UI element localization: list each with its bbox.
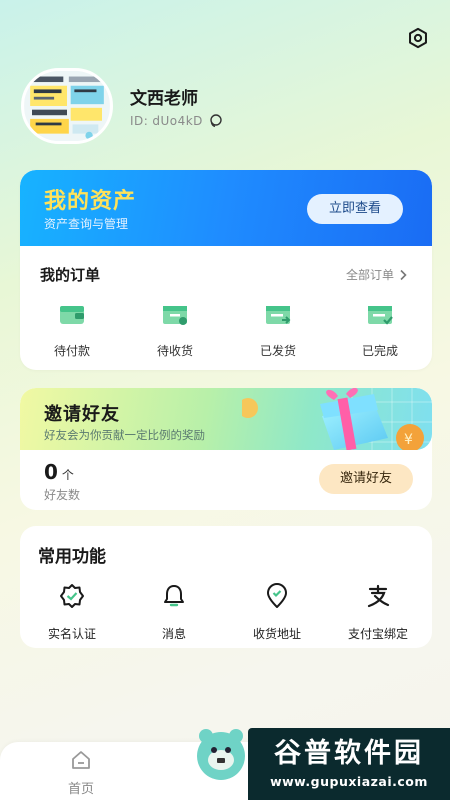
bell-icon bbox=[164, 585, 184, 607]
func-label: 收货地址 bbox=[252, 627, 301, 641]
nav-home[interactable]: 首页 bbox=[58, 750, 104, 797]
assets-title: 我的资产 bbox=[44, 189, 137, 214]
friend-count: 0 个 bbox=[44, 460, 74, 484]
func-alipay-binding[interactable]: 支付宝绑定 bbox=[328, 583, 428, 642]
svg-text:¥: ¥ bbox=[404, 432, 413, 448]
invite-card: 邀请好友 好友会为你贡献一定比例的奖励 ¥ 0 个 好友数 邀请好友 bbox=[20, 388, 432, 510]
func-label: 支付宝绑定 bbox=[347, 627, 408, 641]
verified-badge-icon bbox=[60, 584, 84, 608]
func-label: 消息 bbox=[161, 627, 186, 641]
friend-count-number: 0 bbox=[44, 460, 58, 484]
watermark: 谷普软件园 www.gupuxiazai.com bbox=[248, 728, 450, 800]
assets-subtitle: 资产查询与管理 bbox=[44, 217, 129, 231]
chevron-right-icon bbox=[400, 269, 407, 280]
avatar[interactable] bbox=[21, 68, 113, 144]
func-shipping-address[interactable]: 收货地址 bbox=[227, 583, 327, 642]
friend-count-unit: 个 bbox=[61, 468, 74, 482]
watermark-url: www.gupuxiazai.com bbox=[270, 773, 428, 789]
order-label: 已发货 bbox=[259, 344, 296, 358]
invite-friends-button[interactable]: 邀请好友 bbox=[319, 464, 413, 494]
view-assets-button[interactable]: 立即查看 bbox=[307, 194, 403, 224]
friend-count-label: 好友数 bbox=[44, 488, 81, 502]
user-id-value: dUo4kD bbox=[152, 114, 203, 128]
order-pending-receipt[interactable]: 待收货 bbox=[135, 300, 215, 359]
mascot-icon bbox=[197, 729, 245, 780]
common-functions-card: 常用功能 实名认证 消息 收货地址 支付宝绑定 bbox=[20, 526, 432, 648]
all-orders-label: 全部订单 bbox=[346, 268, 395, 282]
settings-icon bbox=[409, 27, 427, 49]
alipay-icon bbox=[367, 584, 390, 608]
user-id-label: ID: bbox=[130, 114, 149, 128]
watermark-title: 谷普软件园 bbox=[274, 737, 424, 769]
invite-subtitle: 好友会为你贡献一定比例的奖励 bbox=[44, 428, 205, 442]
assets-orders-card: 我的资产 资产查询与管理 立即查看 我的订单 全部订单 待付款 待收货 已发货 … bbox=[20, 170, 432, 370]
invite-title: 邀请好友 bbox=[44, 404, 120, 425]
all-orders-link[interactable]: 全部订单 bbox=[346, 266, 408, 283]
functions-title: 常用功能 bbox=[38, 547, 106, 567]
receive-icon bbox=[163, 306, 187, 325]
avatar-image bbox=[24, 71, 110, 141]
copy-icon[interactable] bbox=[207, 113, 223, 129]
wallet-icon bbox=[60, 306, 84, 324]
order-label: 已完成 bbox=[361, 344, 398, 358]
func-label: 实名认证 bbox=[47, 627, 96, 641]
completed-icon bbox=[368, 306, 393, 325]
func-messages[interactable]: 消息 bbox=[124, 583, 224, 642]
orders-title: 我的订单 bbox=[40, 266, 101, 284]
settings-button[interactable] bbox=[404, 24, 432, 52]
shipped-icon bbox=[266, 306, 291, 324]
invite-banner[interactable]: 邀请好友 好友会为你贡献一定比例的奖励 ¥ bbox=[20, 388, 432, 450]
func-real-name-auth[interactable]: 实名认证 bbox=[22, 583, 122, 642]
order-label: 待付款 bbox=[53, 344, 90, 358]
user-id: ID: dUo4kD bbox=[130, 113, 223, 129]
assets-banner[interactable]: 我的资产 资产查询与管理 立即查看 bbox=[20, 170, 432, 246]
order-shipped[interactable]: 已发货 bbox=[238, 300, 318, 359]
home-icon bbox=[72, 751, 90, 769]
order-label: 待收货 bbox=[156, 344, 193, 358]
nav-home-label: 首页 bbox=[67, 782, 94, 797]
username: 文西老师 bbox=[130, 89, 198, 109]
gift-icon: ¥ bbox=[242, 388, 432, 450]
location-pin-icon bbox=[267, 583, 287, 608]
order-completed[interactable]: 已完成 bbox=[340, 300, 420, 359]
order-pending-payment[interactable]: 待付款 bbox=[32, 300, 112, 359]
